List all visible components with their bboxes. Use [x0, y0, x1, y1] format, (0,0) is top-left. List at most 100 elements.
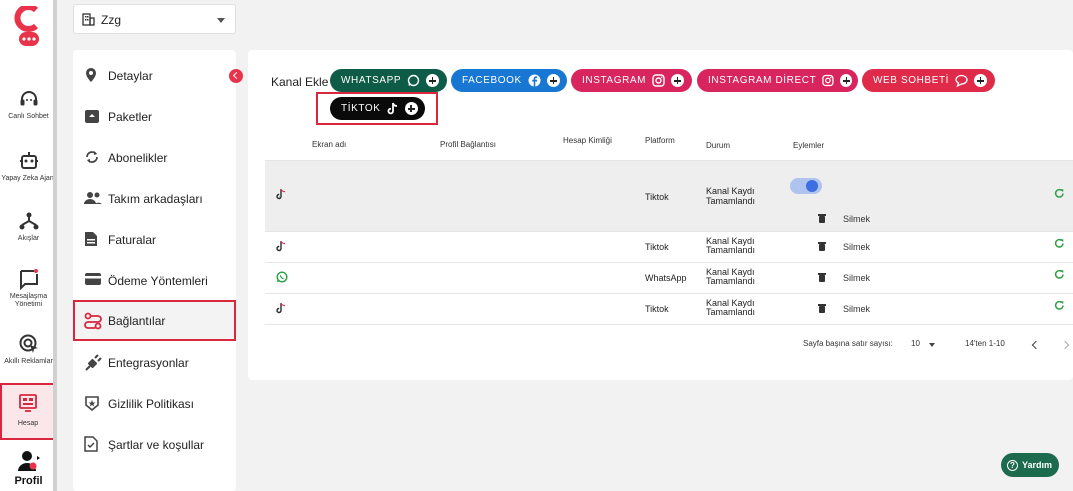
instagram-icon — [652, 74, 665, 87]
rail-label: Canlı Sohbet — [8, 113, 49, 120]
rail-scrollbar[interactable] — [53, 0, 57, 491]
target-cursor-icon — [19, 334, 38, 353]
add-channel-label: Kanal Ekle — [271, 75, 329, 89]
instagram-direct-button-label: INSTAGRAM DİRECT — [708, 75, 817, 86]
table-row[interactable] — [265, 161, 1073, 232]
whatsapp-icon — [276, 271, 288, 283]
help-label: Yardım — [1022, 460, 1053, 470]
trash-icon[interactable] — [818, 214, 826, 223]
instagram-button-label: INSTAGRAM — [582, 75, 647, 86]
delete-link[interactable]: Silmek — [843, 214, 870, 224]
rail-item-account[interactable]: Hesap — [0, 383, 56, 440]
add-instagram-direct-button[interactable]: INSTAGRAM DİRECT — [697, 69, 858, 92]
menu-label: Takım arkadaşları — [108, 192, 203, 206]
rail-item-ai-agent[interactable]: Yapay Zeka Ajanı — [0, 150, 57, 183]
plus-icon — [671, 74, 685, 87]
add-instagram-button[interactable]: INSTAGRAM — [571, 69, 692, 92]
message-square-icon — [19, 269, 38, 290]
menu-item-packages[interactable]: Paketler — [73, 96, 236, 137]
delete-link[interactable]: Silmek — [843, 304, 870, 314]
building-icon — [82, 13, 95, 26]
refresh-icon[interactable] — [1054, 269, 1065, 280]
menu-label: Paketler — [108, 110, 153, 124]
column-header-platform: Platform — [645, 136, 675, 145]
add-whatsapp-button[interactable]: WHATSAPP — [330, 69, 447, 92]
whatsapp-button-label: WHATSAPP — [341, 75, 402, 86]
rail-label: Hesap — [17, 420, 39, 427]
rail-item-smart-ads[interactable]: Akıllı Reklamlar — [0, 333, 57, 366]
plus-icon — [426, 74, 440, 87]
question-icon: ? — [1007, 459, 1018, 471]
plus-icon — [546, 74, 560, 87]
status-cell-line1: Kanal Kaydı — [706, 186, 755, 196]
table-row[interactable] — [265, 232, 1073, 263]
trash-icon[interactable] — [818, 304, 826, 313]
tiktok-icon — [276, 188, 286, 200]
location-pin-icon — [86, 68, 96, 82]
flow-icon — [19, 212, 38, 230]
menu-item-connections[interactable]: Bağlantılar — [73, 300, 236, 341]
rail-item-live-chat[interactable]: Canlı Sohbet — [0, 88, 57, 121]
help-button[interactable]: ? Yardım — [1001, 453, 1059, 477]
tiktok-button-label: TİKTOK — [341, 103, 381, 114]
rail-item-messaging[interactable]: Mesajlaşma Yönetimi — [0, 268, 57, 309]
menu-item-terms[interactable]: Şartlar ve koşullar — [73, 424, 236, 465]
status-cell-line2: Tamamlandı — [706, 276, 756, 286]
plug-icon — [85, 354, 102, 371]
menu-item-details[interactable]: Detaylar — [73, 55, 236, 96]
platform-cell: Tiktok — [645, 304, 669, 314]
menu-label: Şartlar ve koşullar — [108, 438, 205, 452]
add-tiktok-button[interactable]: TİKTOK — [330, 97, 425, 120]
tiktok-icon — [276, 240, 286, 252]
menu-item-teammates[interactable]: Takım arkadaşları — [73, 178, 236, 219]
platform-cell: WhatsApp — [645, 273, 687, 283]
chat-bubble-icon — [955, 74, 968, 87]
menu-item-invoices[interactable]: Faturalar — [73, 219, 236, 260]
brand-logo[interactable] — [14, 6, 44, 50]
column-header-screen-name: Ekran adı — [312, 140, 347, 149]
trash-icon[interactable] — [818, 273, 826, 282]
refresh-icon[interactable] — [1054, 188, 1065, 199]
settings-menu: Detaylar Paketler Abonelikler Takım arka… — [73, 50, 236, 491]
menu-label: Abonelikler — [108, 151, 168, 165]
account-monitor-icon — [19, 394, 37, 412]
active-toggle[interactable] — [790, 178, 822, 194]
platform-cell: Tiktok — [645, 192, 669, 202]
menu-item-privacy-policy[interactable]: Gizlilik Politikası — [73, 383, 236, 424]
plus-icon — [840, 74, 852, 87]
menu-label: Entegrasyonlar — [108, 356, 189, 370]
tiktok-icon — [276, 302, 286, 314]
menu-label: Faturalar — [108, 233, 157, 247]
rail-label: Mesajlaşma Yönetimi — [9, 293, 48, 309]
add-web-chat-button[interactable]: WEB SOHBETİ — [862, 69, 995, 92]
business-selector[interactable]: Zzg — [73, 4, 236, 34]
credit-card-icon — [85, 273, 101, 285]
refresh-icon[interactable] — [1054, 238, 1065, 249]
column-header-actions: Eylemler — [793, 141, 825, 150]
status-cell-line2: Tamamlandı — [706, 307, 756, 317]
collapse-menu-button[interactable] — [229, 69, 243, 83]
check-document-icon — [84, 436, 98, 452]
table-row[interactable] — [265, 294, 1073, 325]
platform-cell: Tiktok — [645, 242, 669, 252]
business-name: Zzg — [101, 13, 122, 27]
document-icon — [85, 232, 97, 246]
tiktok-icon — [387, 102, 397, 115]
menu-item-integrations[interactable]: Entegrasyonlar — [73, 342, 236, 383]
menu-label: Bağlantılar — [108, 314, 166, 328]
delete-link[interactable]: Silmek — [843, 273, 870, 283]
trash-icon[interactable] — [818, 242, 826, 251]
status-cell-line2: Tamamlandı — [706, 196, 756, 206]
refresh-icon[interactable] — [1054, 300, 1065, 311]
menu-item-subscriptions[interactable]: Abonelikler — [73, 137, 236, 178]
rows-per-page-select[interactable]: 10 — [911, 339, 920, 348]
add-facebook-button[interactable]: FACEBOOK — [451, 69, 567, 92]
rail-item-profile[interactable]: Profil — [0, 450, 57, 488]
delete-link[interactable]: Silmek — [843, 242, 870, 252]
rail-item-flows[interactable]: Akışlar — [0, 210, 57, 243]
package-icon — [85, 110, 99, 123]
page-range: 14'ten 1-10 — [965, 339, 1005, 348]
chevron-down-icon[interactable] — [929, 343, 935, 347]
menu-item-payment-methods[interactable]: Ödeme Yöntemleri — [73, 260, 236, 301]
menu-label: Gizlilik Politikası — [108, 397, 195, 411]
